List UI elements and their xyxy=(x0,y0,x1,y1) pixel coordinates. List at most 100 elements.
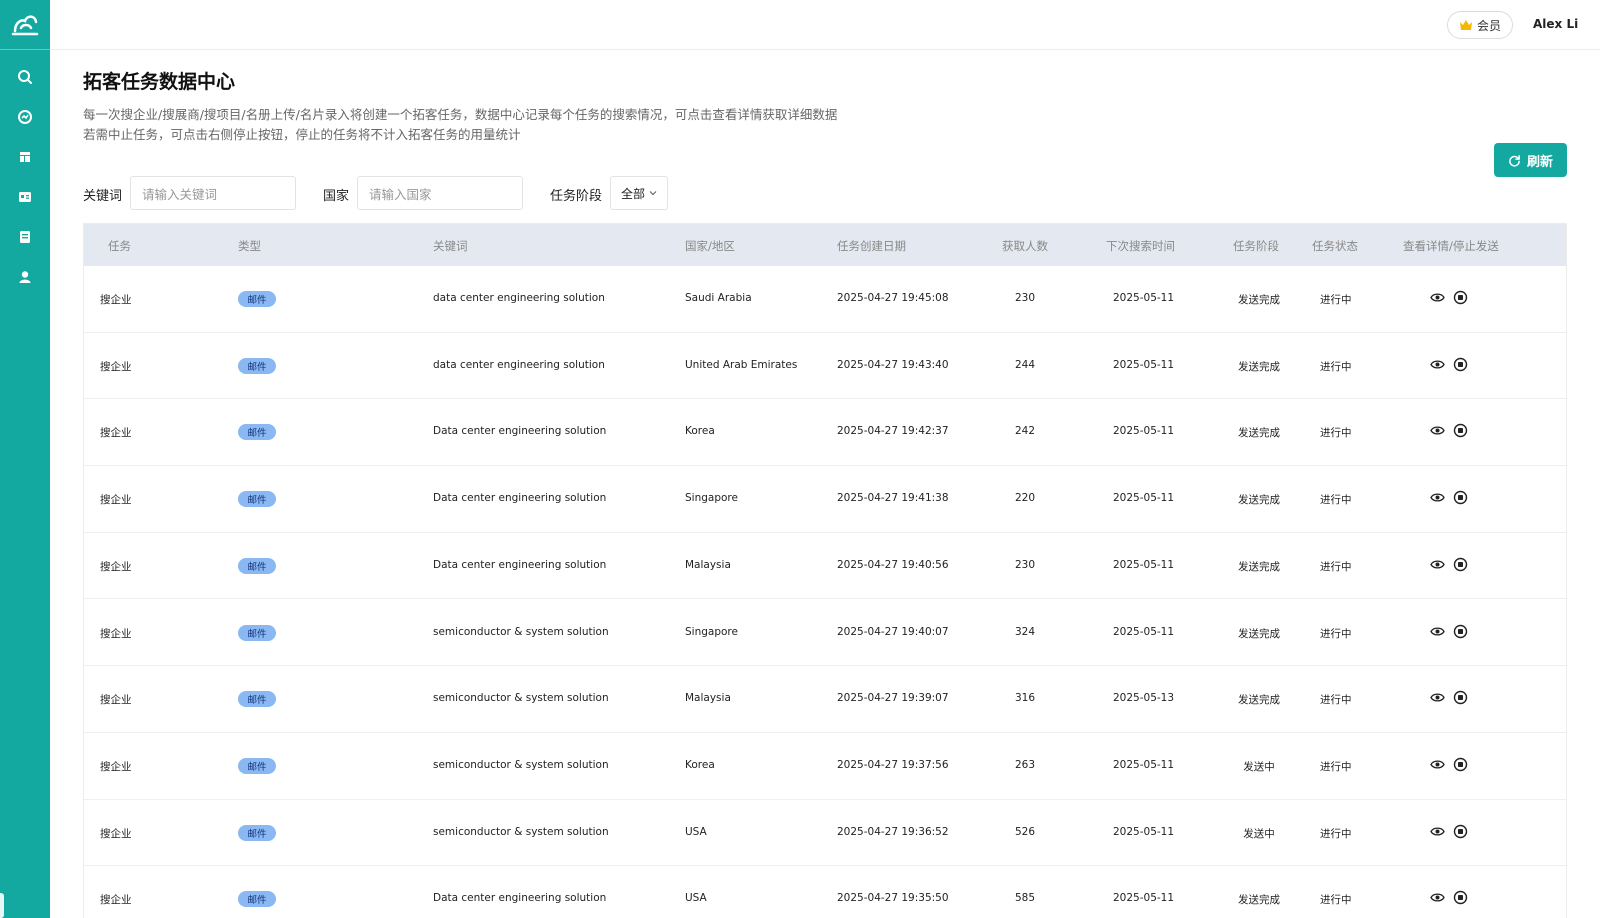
cell-status: 进行中 xyxy=(1320,760,1352,773)
cell-country: Malaysia xyxy=(685,558,731,571)
stop-icon[interactable] xyxy=(1453,490,1468,505)
eye-icon[interactable] xyxy=(1430,423,1445,438)
column-header-keyword: 关键词 xyxy=(433,239,468,253)
table-row: 搜企业 邮件 Data center engineering solution … xyxy=(84,866,1566,918)
eye-icon[interactable] xyxy=(1430,490,1445,505)
keyword-placeholder: 请输入关键词 xyxy=(142,186,218,202)
stop-icon[interactable] xyxy=(1453,624,1468,639)
sidebar-collapse-handle[interactable] xyxy=(0,893,4,918)
stop-icon[interactable] xyxy=(1453,557,1468,572)
cell-created: 2025-04-27 19:36:52 xyxy=(837,825,949,838)
cell-created: 2025-04-27 19:37:56 xyxy=(837,758,949,771)
cell-next-search: 2025-05-13 xyxy=(1113,692,1175,705)
stop-icon[interactable] xyxy=(1453,357,1468,372)
sidebar xyxy=(0,0,50,918)
cell-country: United Arab Emirates xyxy=(685,358,798,371)
column-header-type: 类型 xyxy=(238,239,261,253)
column-header-next-search: 下次搜索时间 xyxy=(1106,239,1175,253)
stop-icon[interactable] xyxy=(1453,757,1468,772)
cell-country: USA xyxy=(685,892,707,905)
table-row: 搜企业 邮件 semiconductor & system solution S… xyxy=(84,600,1566,667)
cell-task: 搜企业 xyxy=(100,760,132,773)
cell-created: 2025-04-27 19:40:07 xyxy=(837,625,949,638)
cell-task: 搜企业 xyxy=(100,494,132,507)
cell-next-search: 2025-05-11 xyxy=(1113,758,1175,771)
type-tag: 邮件 xyxy=(238,624,276,641)
cell-count: 324 xyxy=(1015,625,1036,638)
cell-status: 进行中 xyxy=(1320,427,1352,440)
stop-icon[interactable] xyxy=(1453,290,1468,305)
keyword-label: 关键词 xyxy=(83,189,123,204)
card-icon[interactable] xyxy=(16,188,34,206)
cell-keyword: Data center engineering solution xyxy=(433,492,607,505)
type-tag: 邮件 xyxy=(238,557,276,574)
eye-icon[interactable] xyxy=(1430,824,1445,839)
cell-keyword: semiconductor & system solution xyxy=(433,758,609,771)
type-tag: 邮件 xyxy=(238,691,276,708)
user-icon[interactable] xyxy=(16,268,34,286)
cell-stage: 发送完成 xyxy=(1238,694,1280,707)
cell-country: Korea xyxy=(685,758,715,771)
column-header-created: 任务创建日期 xyxy=(837,239,906,253)
cell-task: 搜企业 xyxy=(100,560,132,573)
chart-icon[interactable] xyxy=(16,108,34,126)
table-row: 搜企业 邮件 Data center engineering solution … xyxy=(84,466,1566,533)
type-tag: 邮件 xyxy=(238,424,276,441)
cell-count: 230 xyxy=(1015,292,1036,304)
task-table: 任务 类型 关键词 国家/地区 任务创建日期 获取人数 下次搜索时间 任务阶段 … xyxy=(83,223,1567,918)
cell-next-search: 2025-05-11 xyxy=(1113,825,1175,838)
country-input[interactable]: 请输入国家 xyxy=(357,176,523,210)
eye-icon[interactable] xyxy=(1430,624,1445,639)
cell-count: 230 xyxy=(1015,558,1036,571)
page-description-line1: 每一次搜企业/搜展商/搜项目/名册上传/名片录入将创建一个拓客任务，数据中心记录… xyxy=(83,107,838,122)
cell-stage: 发送中 xyxy=(1243,827,1275,840)
stop-icon[interactable] xyxy=(1453,690,1468,705)
eye-icon[interactable] xyxy=(1430,290,1445,305)
cell-status: 进行中 xyxy=(1320,627,1352,640)
logo-icon[interactable] xyxy=(9,11,41,39)
stop-icon[interactable] xyxy=(1453,890,1468,905)
stop-icon[interactable] xyxy=(1453,423,1468,438)
cell-created: 2025-04-27 19:35:50 xyxy=(837,892,949,905)
eye-icon[interactable] xyxy=(1430,557,1445,572)
country-placeholder: 请输入国家 xyxy=(369,186,432,202)
type-tag: 邮件 xyxy=(238,824,276,841)
eye-icon[interactable] xyxy=(1430,890,1445,905)
book-icon[interactable] xyxy=(16,228,34,246)
cell-stage: 发送完成 xyxy=(1238,494,1280,507)
cell-count: 585 xyxy=(1015,892,1036,905)
column-header-status: 任务状态 xyxy=(1312,239,1358,253)
cell-country: Singapore xyxy=(685,625,738,638)
username[interactable]: Alex Li xyxy=(1533,17,1578,31)
stop-icon[interactable] xyxy=(1453,824,1468,839)
cell-status: 进行中 xyxy=(1320,827,1352,840)
table-row: 搜企业 邮件 semiconductor & system solution U… xyxy=(84,800,1566,867)
page-description-line2: 若需中止任务，可点击右侧停止按钮，停止的任务将不计入拓客任务的用量统计 xyxy=(83,127,521,142)
crown-icon xyxy=(1459,20,1472,30)
cell-task: 搜企业 xyxy=(100,827,132,840)
cell-created: 2025-04-27 19:40:56 xyxy=(837,558,949,571)
cell-task: 搜企业 xyxy=(100,427,132,440)
cell-next-search: 2025-05-11 xyxy=(1113,625,1175,638)
chevron-down-icon xyxy=(649,191,657,196)
table-row: 搜企业 邮件 semiconductor & system solution M… xyxy=(84,666,1566,733)
stage-label: 任务阶段 xyxy=(550,189,603,204)
layout-icon[interactable] xyxy=(16,148,34,166)
cell-task: 搜企业 xyxy=(100,694,132,707)
cell-status: 进行中 xyxy=(1320,560,1352,573)
stage-select[interactable]: 全部 xyxy=(610,176,668,210)
cell-keyword: semiconductor & system solution xyxy=(433,692,609,705)
eye-icon[interactable] xyxy=(1430,690,1445,705)
member-button[interactable]: 会员 xyxy=(1447,11,1513,39)
refresh-button[interactable]: 刷新 xyxy=(1494,143,1567,177)
cell-next-search: 2025-05-11 xyxy=(1113,558,1175,571)
keyword-input[interactable]: 请输入关键词 xyxy=(130,176,296,210)
cell-keyword: Data center engineering solution xyxy=(433,892,607,905)
stage-select-value: 全部 xyxy=(621,186,646,201)
cell-keyword: semiconductor & system solution xyxy=(433,625,609,638)
eye-icon[interactable] xyxy=(1430,357,1445,372)
column-header-country: 国家/地区 xyxy=(685,239,735,253)
search-icon[interactable] xyxy=(16,68,34,86)
eye-icon[interactable] xyxy=(1430,757,1445,772)
type-tag: 邮件 xyxy=(238,891,276,908)
